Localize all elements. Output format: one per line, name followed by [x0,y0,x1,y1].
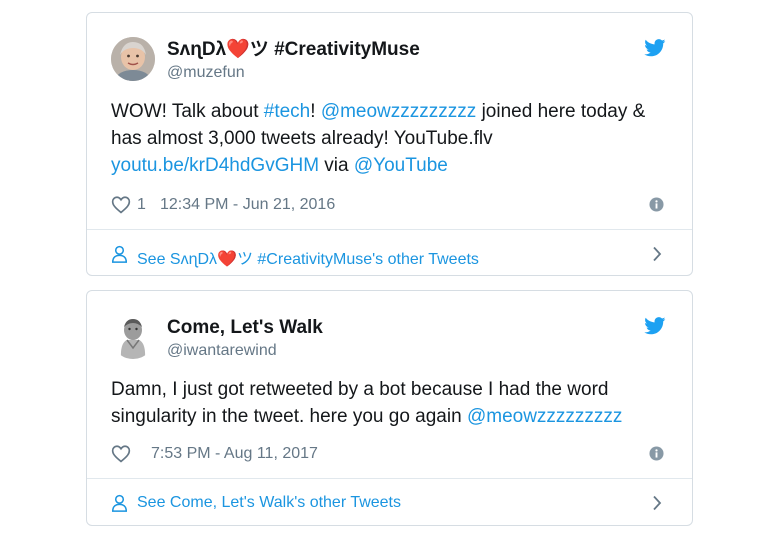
chevron-right-icon[interactable] [652,495,662,511]
tweet-text-segment: WOW! Talk about [111,101,264,122]
avatar[interactable] [111,37,155,81]
tweet-link[interactable]: @meowzzzzzzzzz [467,406,622,427]
divider [87,229,692,230]
see-other-tweets-link[interactable]: See Come, Let's Walk's other Tweets [111,491,668,515]
tweet-timestamp[interactable]: 12:34 PM - Jun 21, 2016 [160,196,335,214]
like-count: 1 [137,196,146,213]
tweet-link[interactable]: @YouTube [354,155,448,176]
see-other-tweets-link[interactable]: See SᴧɳDλ❤️ツ #CreativityMuse's other Twe… [111,242,668,268]
user-handle[interactable]: @muzefun [167,63,420,83]
user-handle[interactable]: @iwantarewind [167,341,323,361]
tweet-timestamp[interactable]: 7:53 PM - Aug 11, 2017 [151,445,318,463]
twitter-bird-icon[interactable] [644,39,666,57]
tweet-text: Damn, I just got retweeted by a bot beca… [111,376,670,430]
tweet-meta: 7:53 PM - Aug 11, 2017 [111,443,668,465]
display-name[interactable]: Come, Let's Walk [167,317,323,339]
see-other-tweets-label: See SᴧɳDλ❤️ツ #CreativityMuse's other Twe… [137,251,479,268]
person-icon [111,245,128,263]
heart-icon[interactable] [111,444,131,463]
tweet-header: Come, Let's Walk @iwantarewind [87,291,692,361]
display-name[interactable]: SᴧɳDλ❤️ツ #CreativityMuse [167,39,420,61]
chevron-right-icon[interactable] [652,246,662,262]
tweet-card: SᴧɳDλ❤️ツ #CreativityMuse @muzefun WOW! T… [86,12,693,276]
tweet-header: SᴧɳDλ❤️ツ #CreativityMuse @muzefun [87,13,692,83]
divider [87,478,692,479]
tweet-text-segment: ! [310,101,321,122]
tweet-card: Come, Let's Walk @iwantarewind Damn, I j… [86,290,693,526]
person-icon [111,494,128,512]
tweet-link[interactable]: #tech [264,101,310,122]
info-icon[interactable] [649,197,664,212]
see-other-tweets-label: See Come, Let's Walk's other Tweets [137,494,401,511]
heart-icon[interactable] [111,195,131,214]
avatar[interactable] [111,315,155,359]
tweet-link[interactable]: youtu.be/krD4hdGvGHM [111,155,319,176]
twitter-bird-icon[interactable] [644,317,666,335]
tweet-text: WOW! Talk about #tech! @meowzzzzzzzzz jo… [111,98,670,179]
info-icon[interactable] [649,446,664,461]
tweet-link[interactable]: @meowzzzzzzzzz [321,101,476,122]
tweet-text-segment: via [319,155,354,176]
tweet-meta: 1 12:34 PM - Jun 21, 2016 [111,194,668,216]
